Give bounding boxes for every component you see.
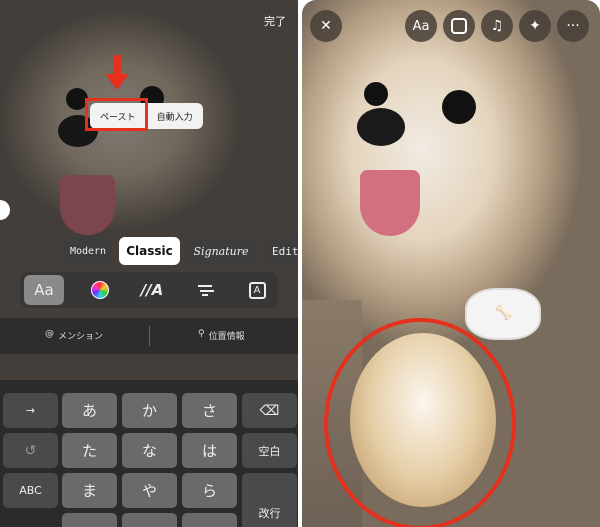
text-toolbar: Aa //A A — [20, 272, 278, 308]
key-return[interactable]: 改行 — [242, 473, 297, 527]
location-button[interactable]: ⚲ 位置情報 — [198, 329, 245, 342]
text-button[interactable]: Aa — [405, 10, 437, 42]
key-row4[interactable] — [122, 513, 177, 527]
font-modern[interactable]: Modern — [64, 237, 112, 265]
music-button[interactable]: ♫ — [481, 10, 513, 42]
mention-label: メンション — [58, 332, 104, 342]
key-row4[interactable] — [62, 513, 117, 527]
align-icon-line — [202, 293, 208, 296]
font-button[interactable]: Aa — [24, 275, 64, 305]
divider — [149, 326, 150, 346]
color-button[interactable] — [85, 275, 115, 305]
key-ka[interactable]: か — [122, 393, 177, 428]
bone-icon: 🦴 — [495, 305, 513, 321]
done-button[interactable]: 完了 — [264, 13, 286, 29]
key-ma[interactable]: ま — [62, 473, 117, 508]
highlight-box — [85, 98, 148, 131]
close-button[interactable]: ✕ — [310, 10, 342, 42]
font-editor[interactable]: Edit — [262, 237, 298, 265]
location-pin-icon: ⚲ — [198, 329, 205, 339]
sticker-icon — [451, 18, 467, 34]
font-classic[interactable]: Classic — [119, 237, 180, 265]
japanese-keyboard: → あ か さ ⌫ ↺ た な は 空白 ABC ま や ら 改行 — [0, 380, 298, 527]
autofill-menu-item[interactable]: 自動入力 — [147, 110, 203, 123]
story-text-editor-screen: 完了 ペースト 自動入力 Modern Classic Signature Ed… — [0, 0, 298, 527]
color-wheel-icon — [91, 281, 109, 299]
mention-button[interactable]: @ メンション — [45, 329, 103, 342]
at-icon: @ — [45, 329, 54, 339]
dog-nose — [357, 108, 405, 146]
key-sa[interactable]: さ — [182, 393, 237, 428]
sparkles-icon: ✦ — [529, 18, 541, 34]
dog-tongue — [360, 170, 420, 236]
key-delete[interactable]: ⌫ — [242, 393, 297, 428]
mention-bar: @ メンション ⚲ 位置情報 — [0, 318, 298, 354]
key-ra[interactable]: ら — [182, 473, 237, 508]
music-note-icon: ♫ — [490, 18, 504, 34]
story-editor-screen: 🦴 ✕ Aa ♫ ✦ ··· — [302, 0, 600, 527]
effects-button[interactable]: ✦ — [519, 10, 551, 42]
arrow-head-annotation — [105, 74, 129, 90]
dog-eye — [364, 82, 388, 106]
highlight-circle — [324, 318, 516, 527]
key-a[interactable]: あ — [62, 393, 117, 428]
background-button[interactable]: A — [242, 275, 272, 305]
key-ta[interactable]: た — [62, 433, 117, 468]
key-space[interactable]: 空白 — [242, 433, 297, 468]
dog-eye — [442, 90, 476, 124]
key-undo[interactable]: ↺ — [3, 433, 58, 468]
text-background-icon: A — [248, 281, 266, 299]
key-ya[interactable]: や — [122, 473, 177, 508]
align-icon — [198, 284, 212, 287]
more-button[interactable]: ··· — [557, 10, 589, 42]
font-signature[interactable]: Signature — [186, 237, 256, 265]
key-arrow[interactable]: → — [3, 393, 58, 428]
align-button[interactable] — [190, 275, 220, 305]
animation-button[interactable]: //A — [132, 275, 172, 305]
location-label: 位置情報 — [208, 332, 245, 342]
bone-thought-sticker[interactable]: 🦴 — [467, 290, 539, 338]
key-abc[interactable]: ABC — [3, 473, 58, 508]
key-row4[interactable] — [182, 513, 237, 527]
key-ha[interactable]: は — [182, 433, 237, 468]
sticker-button[interactable] — [443, 10, 475, 42]
key-na[interactable]: な — [122, 433, 177, 468]
